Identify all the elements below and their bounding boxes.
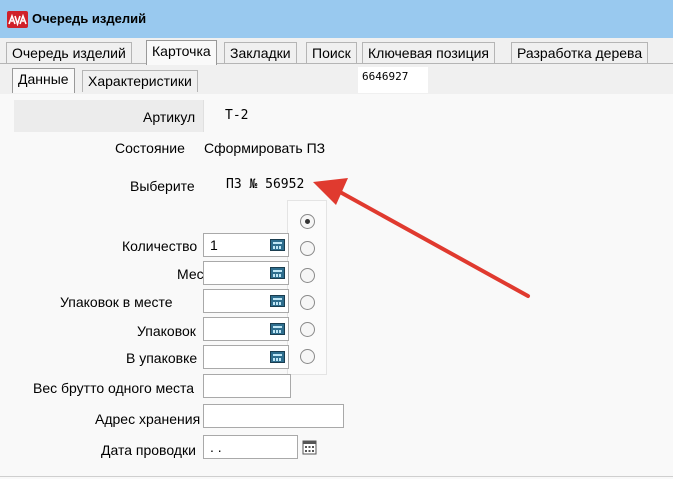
tab-search[interactable]: Поиск — [306, 42, 357, 64]
state-label: Состояние — [115, 140, 185, 156]
packs-per-place-label: Упаковок в месте — [60, 294, 173, 310]
form-bottom-border — [0, 476, 673, 477]
tab-divider — [0, 63, 673, 64]
posting-date-label: Дата проводки — [101, 442, 196, 458]
tab-queue[interactable]: Очередь изделий — [6, 42, 132, 64]
radio-option-3[interactable] — [300, 268, 315, 283]
posting-date-value: . . — [210, 439, 222, 455]
tab-card[interactable]: Карточка — [146, 40, 217, 65]
main-tab-bar: Очередь изделий Карточка Закладки Поиск … — [0, 40, 673, 65]
gross-weight-label: Вес брутто одного места — [33, 380, 195, 396]
storage-address-field[interactable] — [203, 404, 344, 428]
select-label: Выберите — [130, 178, 195, 194]
tab-characteristics[interactable]: Характеристики — [82, 70, 198, 92]
gross-weight-field[interactable] — [203, 374, 291, 398]
option-radio-group — [287, 200, 327, 375]
radio-option-4[interactable] — [300, 295, 315, 310]
article-value: Т-2 — [225, 108, 249, 123]
packs-field[interactable] — [203, 317, 289, 341]
posting-date-field[interactable]: . . — [203, 435, 298, 459]
sub-tab-bar: Данные Характеристики — [0, 68, 673, 93]
calculator-icon[interactable] — [270, 351, 285, 363]
in-pack-label: В упаковке — [126, 350, 198, 366]
title-bar: Очередь изделий — [0, 0, 673, 38]
radio-option-2[interactable] — [300, 241, 315, 256]
quantity-label: Количество — [122, 238, 198, 254]
packs-label: Упаковок — [137, 323, 196, 339]
calculator-icon[interactable] — [270, 267, 285, 279]
in-pack-field[interactable] — [203, 345, 289, 369]
tab-data[interactable]: Данные — [12, 68, 75, 93]
packs-per-place-field[interactable] — [203, 289, 289, 313]
places-field[interactable] — [203, 261, 289, 285]
article-label: Артикул — [143, 109, 196, 125]
tab-key-position[interactable]: Ключевая позиция — [362, 42, 496, 64]
calendar-icon[interactable] — [302, 439, 317, 455]
calculator-icon[interactable] — [270, 323, 285, 335]
quantity-value: 1 — [210, 237, 218, 253]
storage-address-label: Адрес хранения — [95, 411, 201, 427]
radio-option-5[interactable] — [300, 322, 315, 337]
tab-tree-development[interactable]: Разработка дерева — [511, 42, 649, 64]
app-logo-icon — [7, 11, 28, 28]
calculator-icon[interactable] — [270, 295, 285, 307]
window-title: Очередь изделий — [32, 11, 147, 26]
item-code: 6646927 — [358, 67, 428, 93]
quantity-field[interactable]: 1 — [203, 233, 289, 257]
tab-bookmarks[interactable]: Закладки — [224, 42, 297, 64]
radio-option-6[interactable] — [300, 349, 315, 364]
radio-option-1[interactable] — [300, 214, 315, 229]
selected-order: ПЗ № 56952 — [226, 177, 305, 192]
state-value: Сформировать ПЗ — [204, 140, 326, 156]
calculator-icon[interactable] — [270, 239, 285, 251]
